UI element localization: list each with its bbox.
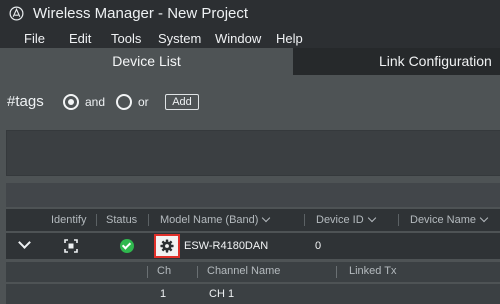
app-logo-icon xyxy=(9,6,24,21)
menu-window[interactable]: Window xyxy=(215,31,261,46)
header-device-id-label: Device ID xyxy=(316,214,364,226)
header-channel-name[interactable]: Channel Name xyxy=(207,265,280,277)
and-radio[interactable] xyxy=(63,94,79,110)
tab-device-list[interactable]: Device List xyxy=(0,48,293,75)
channel-number: 1 xyxy=(160,288,167,300)
device-row[interactable]: ESW-R4180DAN 0 xyxy=(6,233,500,259)
device-id: 0 xyxy=(315,240,322,252)
or-label: or xyxy=(138,95,149,109)
header-model[interactable]: Model Name (Band) xyxy=(160,213,271,226)
menu-system[interactable]: System xyxy=(158,31,201,46)
header-model-label: Model Name (Band) xyxy=(160,214,259,226)
or-radio[interactable] xyxy=(116,94,132,110)
tag-panel[interactable] xyxy=(6,130,500,176)
device-table-header: Identify Status Model Name (Band) Device… xyxy=(6,209,500,231)
gear-icon xyxy=(160,239,174,253)
filter-strip xyxy=(6,183,500,207)
column-divider xyxy=(336,266,337,278)
header-ch[interactable]: Ch xyxy=(157,265,171,277)
column-divider xyxy=(148,214,149,226)
tab-bar: Device List Link Configuration xyxy=(0,48,500,75)
menu-file[interactable]: File xyxy=(24,31,45,46)
column-divider xyxy=(197,266,198,278)
add-tag-button[interactable]: Add xyxy=(165,94,199,110)
status-ok-icon xyxy=(120,239,134,253)
tags-label: #tags xyxy=(7,93,44,110)
tab-link-configuration[interactable]: Link Configuration xyxy=(293,48,500,75)
sort-chevron-icon xyxy=(367,213,376,223)
channel-table-header: Ch Channel Name Linked Tx xyxy=(6,262,500,282)
column-divider xyxy=(147,266,148,278)
and-label: and xyxy=(85,95,106,109)
header-device-name[interactable]: Device Name xyxy=(410,213,489,226)
menu-bar: File Edit Tools System Window Help xyxy=(0,28,500,48)
channel-name: CH 1 xyxy=(209,288,235,300)
header-status[interactable]: Status xyxy=(106,214,137,226)
header-identify[interactable]: Identify xyxy=(51,214,86,226)
title-bar: Wireless Manager - New Project xyxy=(0,0,500,28)
device-settings-button[interactable] xyxy=(154,234,180,258)
sort-chevron-icon xyxy=(262,213,271,223)
tags-filter: #tags and or Add xyxy=(0,88,500,116)
identify-icon[interactable] xyxy=(64,239,78,253)
header-device-name-label: Device Name xyxy=(410,214,477,226)
column-divider xyxy=(398,214,399,226)
menu-tools[interactable]: Tools xyxy=(111,31,141,46)
model-name: ESW-R4180DAN xyxy=(184,240,269,252)
expand-chevron-icon[interactable] xyxy=(18,236,31,249)
menu-edit[interactable]: Edit xyxy=(69,31,91,46)
menu-help[interactable]: Help xyxy=(276,31,303,46)
channel-row[interactable]: 1 CH 1 xyxy=(6,284,500,304)
header-linked-tx[interactable]: Linked Tx xyxy=(349,265,397,277)
column-divider xyxy=(96,214,97,226)
column-divider xyxy=(304,214,305,226)
header-device-id[interactable]: Device ID xyxy=(316,213,376,226)
sort-chevron-icon xyxy=(479,213,489,223)
window-title: Wireless Manager - New Project xyxy=(33,5,249,22)
